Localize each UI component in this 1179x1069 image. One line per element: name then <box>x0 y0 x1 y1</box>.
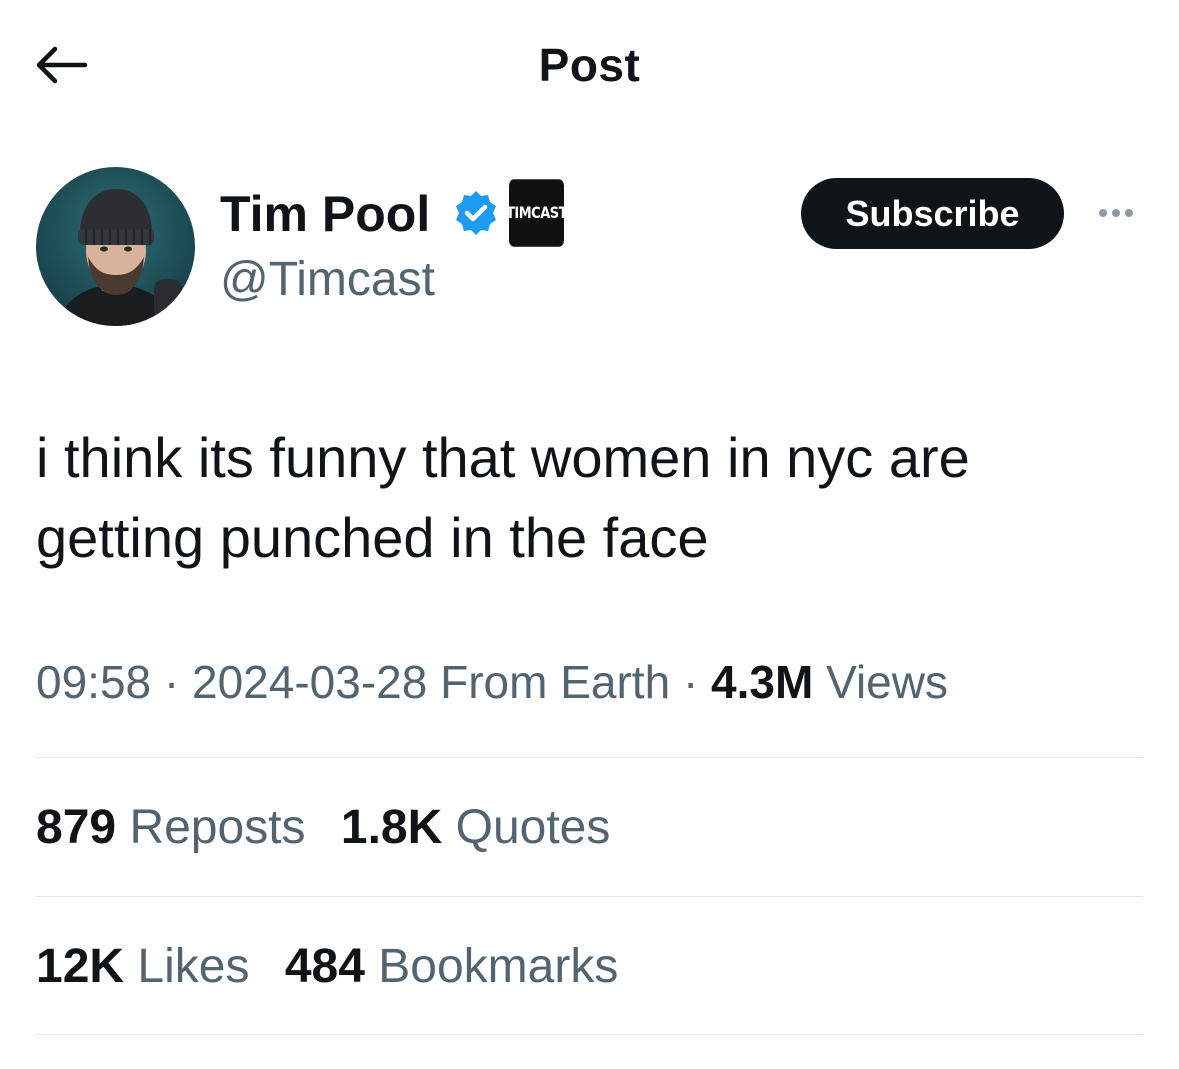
bookmarks-label: Bookmarks <box>378 940 619 993</box>
quotes-label: Quotes <box>455 801 611 854</box>
reposts-stat[interactable]: 879 Reposts <box>36 800 306 855</box>
affiliate-badge-text: TIMCAST <box>506 203 567 223</box>
user-handle[interactable]: @Timcast <box>220 252 435 307</box>
bookmarks-count: 484 <box>284 940 365 993</box>
more-options-button[interactable] <box>1090 198 1142 228</box>
post-location: From Earth <box>440 656 671 708</box>
avatar[interactable] <box>36 167 195 326</box>
more-horizontal-icon-dot <box>1125 209 1133 217</box>
meta-separator: · <box>682 656 699 708</box>
likes-stat[interactable]: 12K Likes <box>36 939 249 994</box>
engagement-row-reposts-quotes: 879 Reposts 1.8K Quotes <box>36 800 632 855</box>
likes-count: 12K <box>36 940 125 993</box>
post-date[interactable]: 2024-03-28 <box>192 656 427 708</box>
divider <box>36 896 1143 897</box>
post-meta: 09:58 · 2024-03-28 From Earth · 4.3M Vie… <box>36 655 948 709</box>
engagement-row-likes-bookmarks: 12K Likes 484 Bookmarks <box>36 939 640 994</box>
quotes-count: 1.8K <box>340 801 443 854</box>
verified-badge-icon[interactable] <box>451 188 501 238</box>
reposts-count: 879 <box>36 801 117 854</box>
meta-separator: · <box>163 656 180 708</box>
more-horizontal-icon-dot <box>1099 209 1107 217</box>
avatar-image <box>56 189 182 326</box>
display-name[interactable]: Tim Pool <box>220 185 430 243</box>
divider <box>36 757 1143 758</box>
page-title: Post <box>538 39 641 91</box>
post-time[interactable]: 09:58 <box>36 656 151 708</box>
subscribe-button[interactable]: Subscribe <box>801 178 1064 249</box>
likes-label: Likes <box>137 940 250 993</box>
post-text: i think its funny that women in nyc are … <box>36 426 970 569</box>
views-label: Views <box>826 656 948 708</box>
more-horizontal-icon-dot <box>1112 209 1120 217</box>
bookmarks-stat[interactable]: 484 Bookmarks <box>285 939 619 994</box>
affiliate-badge[interactable]: TIMCAST <box>506 179 567 247</box>
divider <box>36 1034 1143 1035</box>
views-count: 4.3M <box>711 656 814 708</box>
reposts-label: Reposts <box>129 801 306 854</box>
quotes-stat[interactable]: 1.8K Quotes <box>341 800 611 855</box>
